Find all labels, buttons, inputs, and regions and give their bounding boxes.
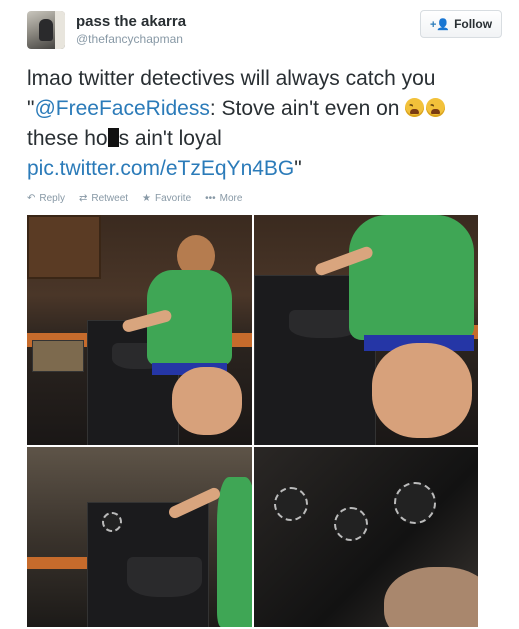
follow-person-plus-icon: +👤 <box>429 18 451 31</box>
tired-face-icon <box>405 98 425 117</box>
reply-button[interactable]: ↶ Reply <box>27 193 65 204</box>
reply-label: Reply <box>39 193 65 204</box>
star-icon: ★ <box>142 193 152 204</box>
tweet-text-part2: : Stove ain't even on <box>209 97 406 120</box>
tweet-text-end: " <box>294 157 302 180</box>
tired-face-icon <box>426 98 446 117</box>
figure <box>372 343 472 438</box>
more-button[interactable]: ••• More <box>205 193 242 204</box>
censor-bar <box>107 128 119 147</box>
avatar[interactable] <box>27 11 65 49</box>
green-shirt <box>349 215 474 340</box>
stove-knob <box>102 512 122 532</box>
favorite-label: Favorite <box>155 193 192 204</box>
tweet-actions: ↶ Reply ⇄ Retweet ★ Favorite ••• More <box>27 193 242 204</box>
user-handle[interactable]: @thefancychapman <box>76 32 183 46</box>
photo-3[interactable] <box>27 447 252 627</box>
stove-knob <box>394 482 436 524</box>
stove-knob <box>334 507 368 541</box>
stove-knob <box>274 487 308 521</box>
tweet-text-part4: s ain't loyal <box>118 127 222 150</box>
pot <box>127 557 202 597</box>
retweet-button[interactable]: ⇄ Retweet <box>79 193 128 204</box>
more-dots-icon: ••• <box>205 193 216 204</box>
follow-button[interactable]: +👤 Follow <box>420 10 502 38</box>
figure <box>172 367 242 435</box>
photo-collage[interactable] <box>27 215 478 627</box>
mention-link[interactable]: @FreeFaceRidess <box>34 97 209 120</box>
follow-label: Follow <box>454 17 493 31</box>
photo-4[interactable] <box>254 447 478 627</box>
bottle <box>32 340 84 372</box>
retweet-label: Retweet <box>91 193 129 204</box>
avatar-figure <box>39 19 53 41</box>
green-shirt <box>217 477 252 627</box>
pic-link[interactable]: pic.twitter.com/eTzEqYn4BG <box>27 157 294 180</box>
photo-2[interactable] <box>254 215 478 445</box>
retweet-icon: ⇄ <box>78 193 88 204</box>
display-name[interactable]: pass the akarra <box>76 13 186 30</box>
counter <box>27 557 87 569</box>
favorite-button[interactable]: ★ Favorite <box>142 193 191 204</box>
tweet-text-part3: these ho <box>27 127 108 150</box>
avatar-background <box>55 11 65 49</box>
cabinet <box>27 215 101 279</box>
reply-icon: ↶ <box>27 193 36 204</box>
more-label: More <box>219 193 243 204</box>
photo-1[interactable] <box>27 215 252 445</box>
tweet-text: lmao twitter detectives will always catc… <box>27 64 497 184</box>
